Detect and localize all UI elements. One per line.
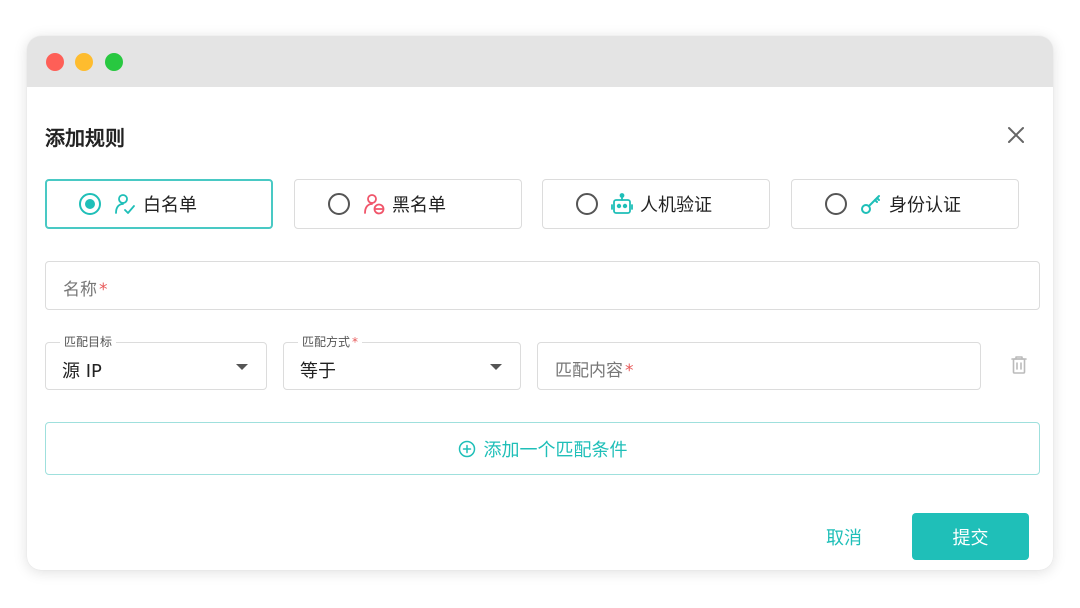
- rule-type-label: 黑名单: [392, 195, 446, 216]
- rule-type-label: 白名单: [143, 195, 197, 216]
- match-content-placeholder: 匹配内容 *: [555, 361, 634, 381]
- add-condition-label: 添加一个匹配条件: [483, 439, 628, 461]
- match-content-input[interactable]: 匹配内容 *: [537, 342, 981, 390]
- trash-icon: [1011, 356, 1027, 374]
- rule-type-blacklist[interactable]: 黑名单: [294, 179, 522, 229]
- rule-type-label: 身份认证: [889, 195, 961, 216]
- match-method-select[interactable]: 匹配方式 * 等于: [283, 333, 521, 390]
- match-method-label: 匹配方式 *: [298, 333, 363, 351]
- radio-whitelist[interactable]: [79, 193, 101, 215]
- user-check-icon: [113, 192, 137, 216]
- rule-type-captcha[interactable]: 人机验证: [542, 179, 770, 229]
- required-mark: *: [352, 335, 359, 349]
- robot-icon: [610, 192, 634, 216]
- match-target-value: 源 IP: [62, 361, 102, 382]
- user-block-icon: [362, 192, 386, 216]
- rule-type-whitelist[interactable]: 白名单: [45, 179, 273, 229]
- dialog-title: 添加规则: [45, 126, 125, 150]
- required-mark: *: [625, 361, 634, 381]
- name-placeholder: 名称 *: [63, 280, 108, 300]
- match-method-value: 等于: [300, 361, 336, 382]
- chevron-down-icon: [490, 364, 502, 370]
- add-condition-button[interactable]: 添加一个匹配条件: [45, 422, 1040, 475]
- radio-auth[interactable]: [825, 193, 847, 215]
- plus-circle-icon: [458, 440, 475, 457]
- key-icon: [859, 192, 883, 216]
- match-target-select[interactable]: 匹配目标 源 IP: [45, 333, 267, 390]
- radio-blacklist[interactable]: [328, 193, 350, 215]
- dialog-window: 添加规则 白名单 黑名单 人机验证 身份认证 名称 * 匹配目标 源 IP 匹配…: [27, 36, 1053, 570]
- submit-button[interactable]: 提交: [912, 513, 1029, 560]
- delete-condition-button[interactable]: [1007, 353, 1031, 377]
- title-bar: [27, 36, 1053, 87]
- name-field[interactable]: 名称 *: [45, 261, 1040, 310]
- radio-captcha[interactable]: [576, 193, 598, 215]
- required-mark: *: [99, 280, 108, 300]
- match-target-label: 匹配目标: [60, 333, 117, 351]
- chevron-down-icon: [236, 364, 248, 370]
- rule-type-auth[interactable]: 身份认证: [791, 179, 1019, 229]
- rule-type-label: 人机验证: [640, 195, 712, 216]
- window-minimize-dot[interactable]: [75, 53, 93, 71]
- window-close-dot[interactable]: [46, 53, 64, 71]
- close-icon: [1008, 127, 1024, 143]
- close-button[interactable]: [1001, 120, 1031, 150]
- window-maximize-dot[interactable]: [105, 53, 123, 71]
- cancel-button[interactable]: 取消: [805, 514, 883, 560]
